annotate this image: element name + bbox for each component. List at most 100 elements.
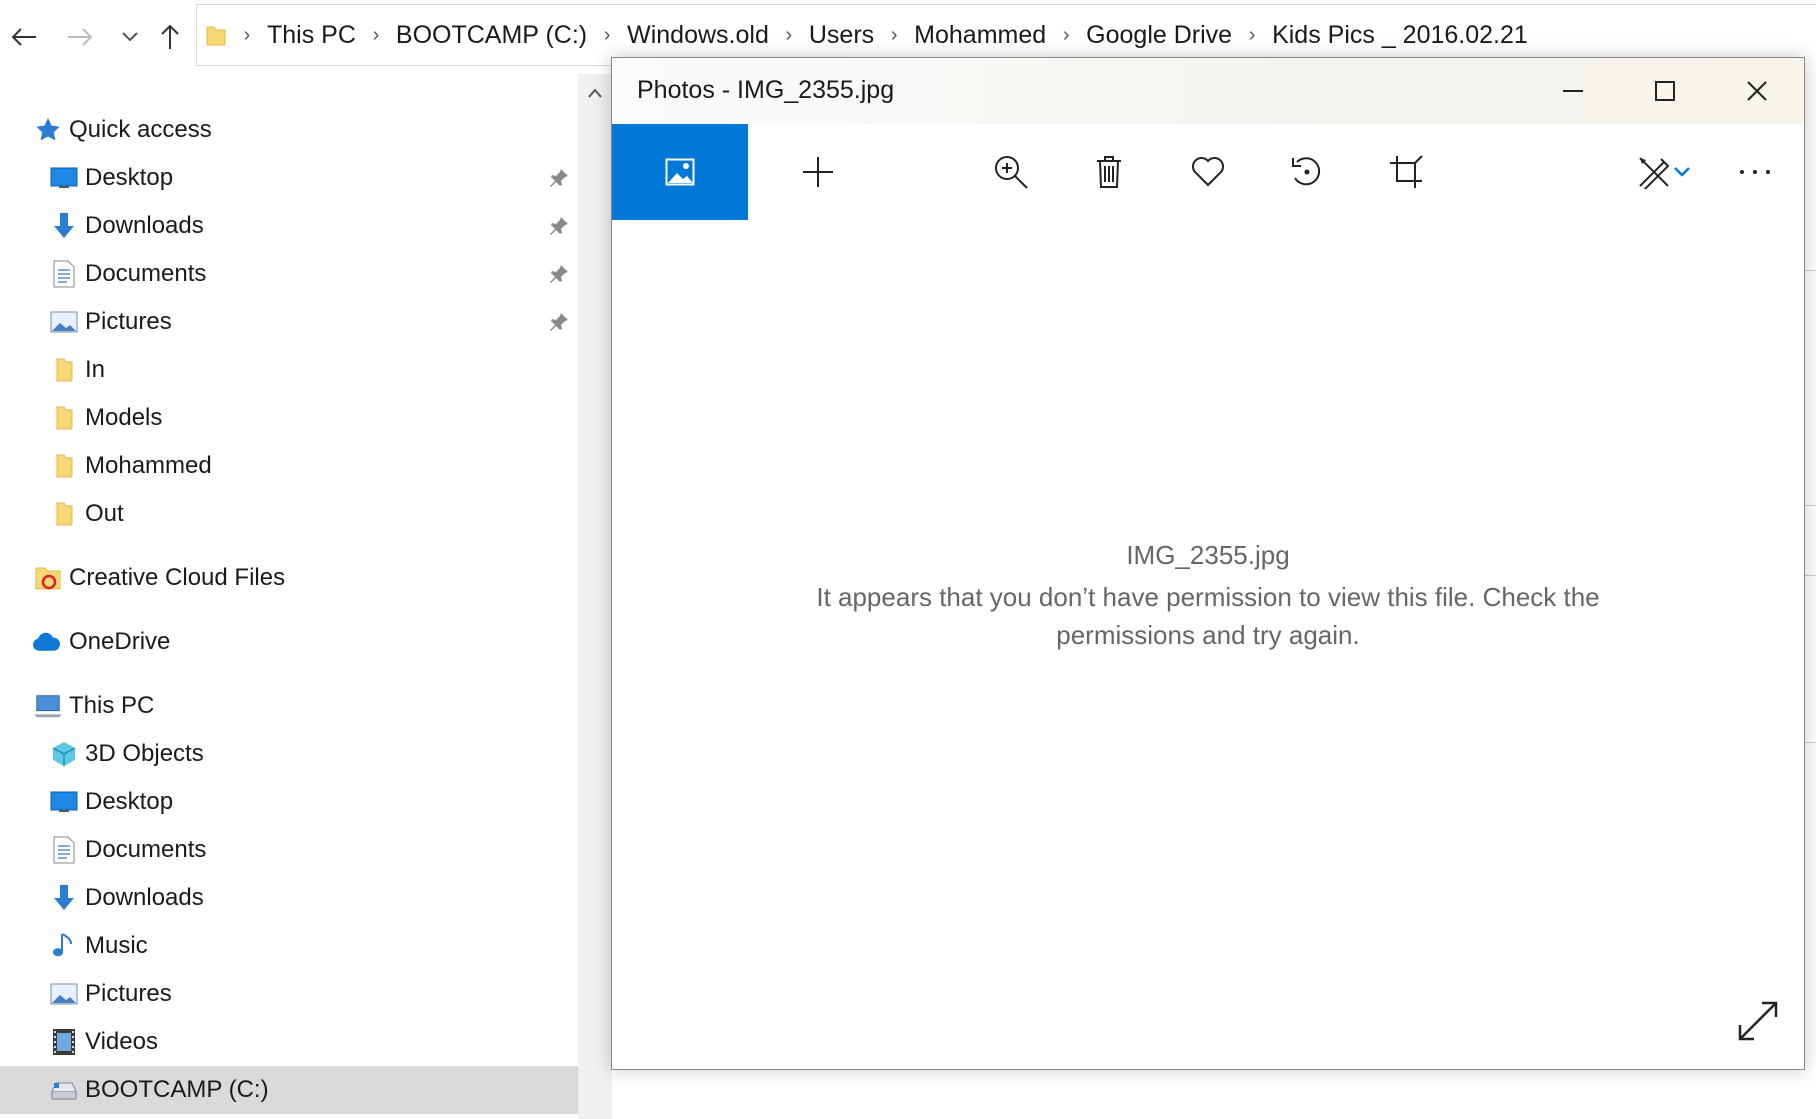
delete-button[interactable]: [1073, 124, 1145, 220]
breadcrumb-this-pc[interactable]: This PC: [261, 21, 362, 50]
minimize-icon: [1563, 90, 1583, 92]
nav-item-mohammed[interactable]: Mohammed: [0, 442, 578, 490]
breadcrumb-bootcamp[interactable]: BOOTCAMP (C:): [390, 21, 593, 50]
image-icon: [665, 158, 695, 186]
breadcrumb-mohammed[interactable]: Mohammed: [908, 21, 1052, 50]
nav-item-downloads[interactable]: Downloads: [0, 202, 578, 250]
pictures-icon: [50, 308, 78, 336]
nav-label: Models: [85, 404, 163, 431]
pictures-icon: [50, 980, 78, 1008]
3d-objects-icon: [50, 740, 78, 768]
up-button[interactable]: [152, 20, 188, 54]
documents-icon: [50, 260, 78, 288]
nav-item-bootcamp-drive[interactable]: BOOTCAMP (C:): [0, 1066, 578, 1114]
pin-icon[interactable]: [548, 215, 570, 237]
expand-icon: [1738, 1001, 1778, 1041]
favorite-button[interactable]: [1172, 124, 1244, 220]
breadcrumb: › This PC › BOOTCAMP (C:) › Windows.old …: [233, 21, 1534, 50]
heart-icon: [1192, 157, 1224, 187]
rotate-icon: [1292, 157, 1321, 186]
photos-title-bar[interactable]: Photos - IMG_2355.jpg: [612, 58, 1804, 124]
nav-item-videos[interactable]: Videos: [0, 1018, 578, 1066]
nav-label: Quick access: [69, 116, 212, 143]
breadcrumb-separator-icon[interactable]: ›: [775, 24, 803, 47]
chevron-up-icon: [588, 88, 602, 98]
computer-icon: [34, 692, 62, 720]
breadcrumb-kids-pics[interactable]: Kids Pics _ 2016.02.21: [1266, 21, 1534, 50]
chevron-down-icon: [122, 32, 138, 42]
nav-item-models[interactable]: Models: [0, 394, 578, 442]
breadcrumb-separator-icon[interactable]: ›: [1238, 24, 1266, 47]
nav-label: Downloads: [85, 212, 204, 239]
nav-quick-access[interactable]: Quick access: [0, 106, 578, 154]
forward-button[interactable]: [62, 20, 98, 54]
edit-create-dropdown[interactable]: [1667, 124, 1697, 220]
downloads-icon: [50, 884, 78, 912]
nav-item-creative-cloud[interactable]: Creative Cloud Files: [0, 554, 578, 602]
breadcrumb-separator-icon[interactable]: ›: [593, 24, 621, 47]
nav-item-documents[interactable]: Documents: [0, 250, 578, 298]
photos-toolbar: [612, 124, 1804, 220]
back-arrow-icon: [11, 28, 36, 46]
back-button[interactable]: [6, 20, 42, 54]
see-all-photos-button[interactable]: [612, 124, 748, 220]
nav-label: Downloads: [85, 884, 204, 911]
nav-item-pc-pictures[interactable]: Pictures: [0, 970, 578, 1018]
nav-item-music[interactable]: Music: [0, 922, 578, 970]
nav-item-pictures[interactable]: Pictures: [0, 298, 578, 346]
music-icon: [50, 932, 78, 960]
nav-label: Music: [85, 932, 148, 959]
breadcrumb-google-drive[interactable]: Google Drive: [1080, 21, 1238, 50]
recent-locations-button[interactable]: [112, 20, 148, 54]
nav-item-pc-documents[interactable]: Documents: [0, 826, 578, 874]
nav-item-in[interactable]: In: [0, 346, 578, 394]
maximize-button[interactable]: [1619, 58, 1711, 124]
zoom-button[interactable]: [975, 124, 1047, 220]
trash-icon: [1097, 156, 1121, 188]
breadcrumb-separator-icon[interactable]: ›: [880, 24, 908, 47]
nav-label: Desktop: [85, 164, 174, 191]
plus-icon: [803, 157, 833, 187]
drive-icon: [50, 1076, 78, 1104]
crop-icon: [1390, 155, 1423, 188]
navigation-scrollbar[interactable]: [578, 74, 612, 1119]
breadcrumb-users[interactable]: Users: [803, 21, 880, 50]
chevron-down-icon: [1674, 167, 1690, 177]
scroll-up-button[interactable]: [578, 74, 612, 112]
folder-icon: [50, 356, 78, 384]
nav-item-pc-downloads[interactable]: Downloads: [0, 874, 578, 922]
pin-icon[interactable]: [548, 311, 570, 333]
window-title: Photos - IMG_2355.jpg: [637, 76, 895, 104]
nav-item-pc-desktop[interactable]: Desktop: [0, 778, 578, 826]
breadcrumb-windows-old[interactable]: Windows.old: [621, 21, 775, 50]
pin-icon[interactable]: [548, 263, 570, 285]
zoom-in-icon: [995, 156, 1028, 189]
breadcrumb-separator-icon[interactable]: ›: [233, 24, 261, 47]
close-button[interactable]: [1711, 58, 1803, 124]
nav-label: 3D Objects: [85, 740, 204, 767]
nav-label: Out: [85, 500, 124, 527]
minimize-button[interactable]: [1527, 58, 1619, 124]
pin-icon[interactable]: [548, 167, 570, 189]
close-icon: [1747, 81, 1767, 101]
full-screen-button[interactable]: [1734, 997, 1782, 1045]
folder-icon: [50, 404, 78, 432]
breadcrumb-separator-icon[interactable]: ›: [1052, 24, 1080, 47]
add-to-button[interactable]: [782, 124, 854, 220]
nav-item-desktop[interactable]: Desktop: [0, 154, 578, 202]
rotate-button[interactable]: [1271, 124, 1343, 220]
nav-item-out[interactable]: Out: [0, 490, 578, 538]
nav-item-onedrive[interactable]: OneDrive: [0, 618, 578, 666]
folder-icon: [50, 452, 78, 480]
desktop-icon: [50, 164, 78, 192]
breadcrumb-separator-icon[interactable]: ›: [362, 24, 390, 47]
navigation-pane: Quick access Desktop Downloads Documents…: [0, 74, 578, 1119]
more-options-button[interactable]: [1719, 124, 1791, 220]
nav-label: BOOTCAMP (C:): [85, 1076, 269, 1103]
nav-label: Videos: [85, 1028, 158, 1055]
folder-icon: [50, 500, 78, 528]
nav-label: Creative Cloud Files: [69, 564, 286, 591]
nav-item-this-pc[interactable]: This PC: [0, 682, 578, 730]
nav-item-3d-objects[interactable]: 3D Objects: [0, 730, 578, 778]
crop-button[interactable]: [1370, 124, 1442, 220]
